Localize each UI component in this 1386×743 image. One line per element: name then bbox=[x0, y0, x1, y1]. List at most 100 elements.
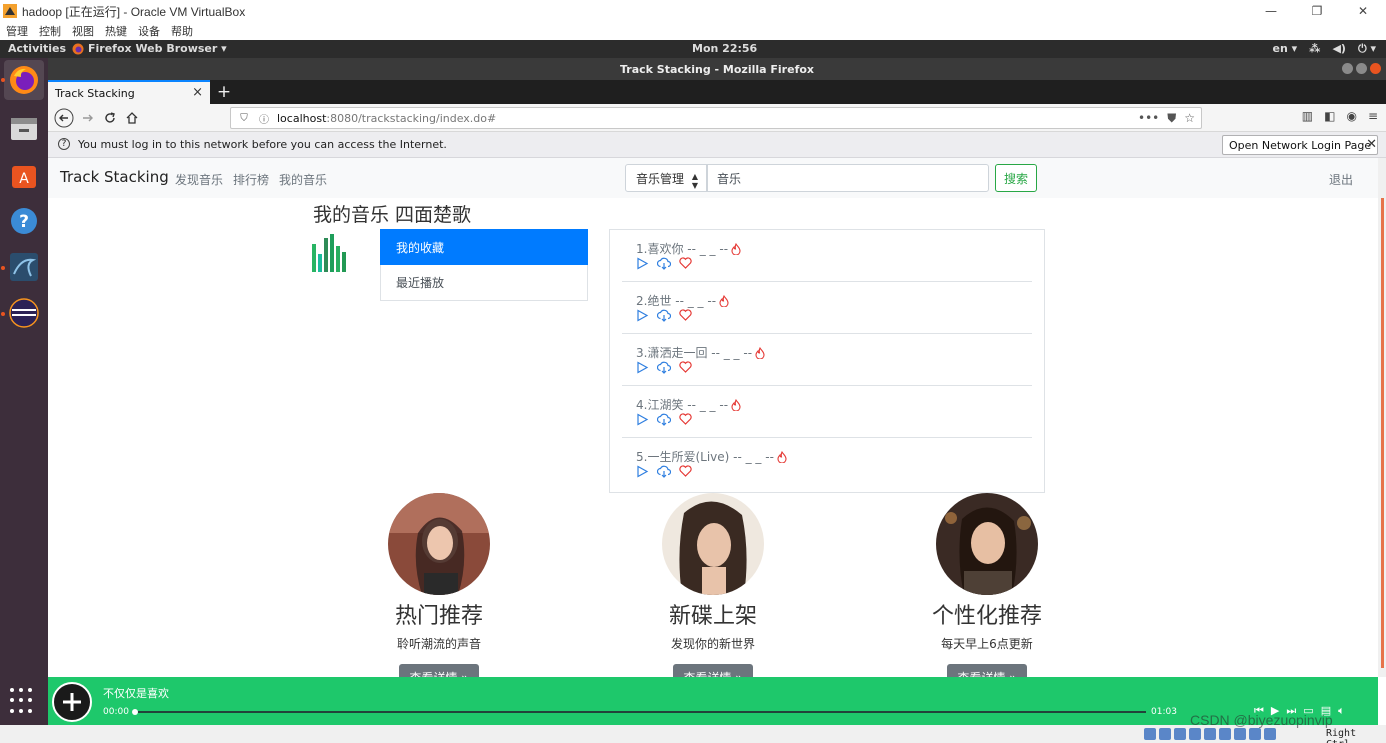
player-add-button[interactable] bbox=[52, 682, 92, 722]
menu-hotkey[interactable]: 热键 bbox=[105, 23, 127, 39]
software-launcher[interactable]: A bbox=[4, 155, 44, 195]
language-indicator[interactable]: en ▾ bbox=[1273, 42, 1298, 56]
network-icon[interactable]: ⁂ bbox=[1309, 42, 1320, 56]
window-maximize-icon[interactable] bbox=[1356, 63, 1367, 74]
open-network-login-button[interactable]: Open Network Login Page bbox=[1222, 135, 1379, 155]
volume-control-icon[interactable]: 🔈︎ bbox=[1338, 704, 1345, 718]
menu-recent[interactable]: 最近播放 bbox=[380, 265, 588, 301]
play-icon[interactable] bbox=[636, 465, 649, 478]
window-minimize-icon[interactable] bbox=[1342, 63, 1353, 74]
clock[interactable]: Mon 22:56 bbox=[692, 42, 757, 55]
play-icon[interactable] bbox=[636, 257, 649, 270]
site-navbar: Track Stacking 发现音乐 排行榜 我的音乐 音乐管理 ▲ ▼ 音乐 … bbox=[48, 158, 1378, 198]
usb-icon[interactable] bbox=[1174, 728, 1186, 740]
virtualbox-icon bbox=[3, 4, 17, 18]
download-cloud-icon[interactable] bbox=[657, 361, 671, 374]
help-launcher[interactable]: ? bbox=[4, 201, 44, 241]
volume-icon[interactable]: ◀) bbox=[1332, 42, 1346, 56]
song-title[interactable]: 1.喜欢你 -- _ _ -- bbox=[636, 240, 728, 257]
close-tab-icon[interactable]: × bbox=[192, 85, 203, 100]
song-title[interactable]: 3.潇洒走一回 -- _ _ -- bbox=[636, 344, 752, 361]
download-cloud-icon[interactable] bbox=[657, 309, 671, 322]
progress-track[interactable] bbox=[132, 711, 1146, 713]
home-button[interactable] bbox=[120, 107, 144, 129]
promo-details-button[interactable]: 查看详情 » bbox=[673, 664, 753, 677]
site-info-icon[interactable]: ⓘ bbox=[257, 111, 271, 126]
firefox-launcher[interactable] bbox=[4, 60, 44, 100]
search-input-value: 音乐 bbox=[717, 171, 742, 186]
search-category-select[interactable]: 音乐管理 ▲ ▼ bbox=[625, 164, 707, 192]
heart-icon[interactable] bbox=[679, 465, 692, 477]
eclipse-launcher[interactable] bbox=[4, 293, 44, 333]
search-input[interactable]: 音乐 bbox=[707, 164, 989, 192]
activities-button[interactable]: Activities bbox=[8, 42, 66, 55]
power-icon[interactable]: ⏻ ▾ bbox=[1358, 42, 1376, 56]
menu-control[interactable]: 控制 bbox=[39, 23, 61, 39]
mouse-integration-icon[interactable] bbox=[1249, 728, 1261, 740]
window-close-icon[interactable] bbox=[1370, 63, 1381, 74]
download-cloud-icon[interactable] bbox=[657, 413, 671, 426]
nav-discover-music[interactable]: 发现音乐 bbox=[175, 171, 223, 188]
play-icon[interactable] bbox=[636, 309, 649, 322]
account-icon[interactable]: ◉ bbox=[1346, 109, 1356, 123]
mysql-workbench-launcher[interactable] bbox=[4, 247, 44, 287]
software-center-icon: A bbox=[12, 166, 36, 188]
close-notification-icon[interactable]: ✕ bbox=[1366, 137, 1377, 152]
nav-charts[interactable]: 排行榜 bbox=[233, 171, 269, 188]
heart-icon[interactable] bbox=[679, 413, 692, 425]
menu-manage[interactable]: 管理 bbox=[6, 23, 28, 39]
back-button[interactable] bbox=[52, 107, 76, 129]
progress-handle[interactable] bbox=[132, 709, 138, 715]
search-button[interactable]: 搜索 bbox=[995, 164, 1037, 192]
song-title[interactable]: 4.江湖笑 -- _ _ -- bbox=[636, 396, 728, 413]
song-item: 2.绝世 -- _ _ -- bbox=[622, 282, 1032, 334]
hamburger-menu-icon[interactable]: ≡ bbox=[1368, 109, 1378, 123]
app-menu[interactable]: Firefox Web Browser ▾ bbox=[72, 42, 227, 55]
download-cloud-icon[interactable] bbox=[657, 465, 671, 478]
avatar-personal bbox=[936, 493, 1038, 595]
site-brand[interactable]: Track Stacking bbox=[60, 168, 169, 186]
menu-view[interactable]: 视图 bbox=[72, 23, 94, 39]
menu-favorites[interactable]: 我的收藏 bbox=[380, 229, 588, 265]
home-icon bbox=[126, 112, 138, 124]
promo-details-button[interactable]: 查看详情 » bbox=[947, 664, 1027, 677]
maximize-button[interactable]: ❐ bbox=[1294, 0, 1340, 22]
keyboard-icon[interactable] bbox=[1264, 728, 1276, 740]
files-launcher[interactable] bbox=[4, 108, 44, 148]
tracking-shield-icon[interactable]: ⛉ bbox=[237, 111, 251, 125]
song-title[interactable]: 5.一生所爱(Live) -- _ _ -- bbox=[636, 448, 774, 465]
virtualbox-menubar: 管理 控制 视图 热键 设备 帮助 bbox=[0, 22, 1386, 40]
logout-link[interactable]: 退出 bbox=[1329, 171, 1353, 188]
menu-help[interactable]: 帮助 bbox=[171, 23, 193, 39]
reload-button[interactable] bbox=[98, 107, 122, 129]
shared-folder-icon[interactable] bbox=[1204, 728, 1216, 740]
minimize-button[interactable]: — bbox=[1248, 0, 1294, 22]
close-button[interactable]: ✕ bbox=[1340, 0, 1386, 22]
download-cloud-icon[interactable] bbox=[657, 257, 671, 270]
pocket-icon[interactable]: ⛊ bbox=[1167, 111, 1176, 126]
song-title[interactable]: 2.绝世 -- _ _ -- bbox=[636, 292, 716, 309]
heart-icon[interactable] bbox=[679, 361, 692, 373]
tab-track-stacking[interactable]: Track Stacking × bbox=[48, 80, 210, 104]
url-bar[interactable]: ⛉ ⓘ localhost:8080/trackstacking/index.d… bbox=[230, 107, 1202, 129]
heart-icon[interactable] bbox=[679, 257, 692, 269]
new-tab-button[interactable]: + bbox=[215, 80, 233, 104]
heart-icon[interactable] bbox=[679, 309, 692, 321]
display-icon[interactable] bbox=[1219, 728, 1231, 740]
menu-devices[interactable]: 设备 bbox=[138, 23, 160, 39]
hdd-icon[interactable] bbox=[1144, 728, 1156, 740]
play-icon[interactable] bbox=[636, 361, 649, 374]
promo-details-button[interactable]: 查看详情 » bbox=[399, 664, 479, 677]
recording-icon[interactable] bbox=[1234, 728, 1246, 740]
page-actions-icon[interactable]: ••• bbox=[1138, 111, 1159, 126]
forward-button[interactable] bbox=[76, 107, 100, 129]
network-adapter-icon[interactable] bbox=[1189, 728, 1201, 740]
sidebar-icon[interactable]: ◧ bbox=[1324, 109, 1335, 123]
show-applications-icon[interactable] bbox=[10, 688, 36, 714]
bookmark-star-icon[interactable]: ☆ bbox=[1184, 111, 1195, 126]
nav-my-music[interactable]: 我的音乐 bbox=[279, 171, 327, 188]
library-icon[interactable]: ▥ bbox=[1302, 109, 1313, 123]
optical-drive-icon[interactable] bbox=[1159, 728, 1171, 740]
page-scrollbar[interactable] bbox=[1378, 158, 1386, 677]
play-icon[interactable] bbox=[636, 413, 649, 426]
